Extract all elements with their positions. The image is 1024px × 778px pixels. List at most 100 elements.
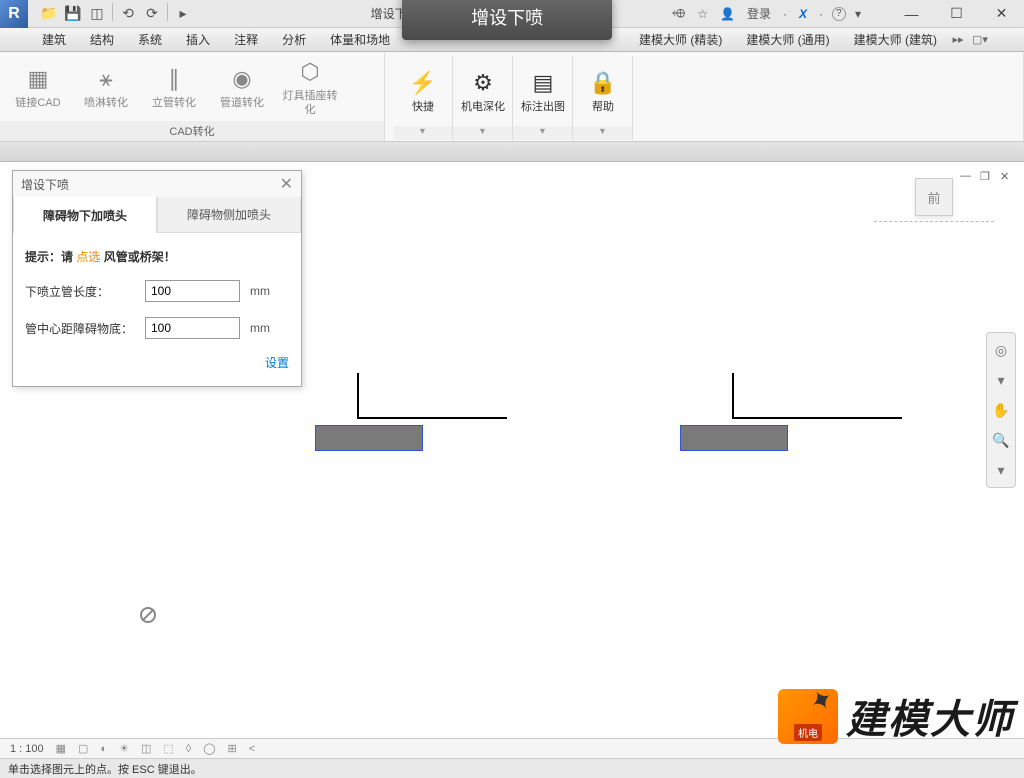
lock-icon: 🔒: [587, 67, 619, 99]
tab-under-obstacle[interactable]: 障碍物下加喷头: [13, 197, 157, 233]
separator: ·: [816, 7, 826, 21]
vc-icon[interactable]: ◯: [203, 742, 215, 755]
maximize-button[interactable]: ☐: [934, 0, 979, 28]
qat-redo-icon[interactable]: ⟳: [141, 3, 163, 25]
ribbon-expand-icon[interactable]: ▸▸: [949, 31, 967, 49]
ribbon-min-icon[interactable]: ▢▾: [971, 31, 989, 49]
riser-length-label: 下喷立管长度：: [25, 283, 135, 300]
annotate-export-button[interactable]: ▤ 标注出图: [513, 56, 573, 126]
pipe-vertical[interactable]: [732, 373, 734, 418]
riser-icon: ∥: [158, 63, 190, 95]
duct-element[interactable]: [315, 425, 423, 451]
pan-icon[interactable]: ✋: [990, 399, 1012, 421]
separator: ·: [780, 7, 790, 21]
pipe-vertical[interactable]: [357, 373, 359, 418]
cube-front-face[interactable]: 前: [915, 178, 953, 216]
user-icon[interactable]: 👤: [717, 7, 738, 21]
help-button[interactable]: 🔒 帮助: [573, 56, 633, 126]
vc-icon[interactable]: ▦: [56, 742, 66, 755]
vc-icon[interactable]: ▢: [78, 742, 88, 755]
dropdown-icon[interactable]: ▼: [393, 126, 452, 140]
help-dropdown-icon[interactable]: ▾: [852, 7, 864, 21]
tab-modelmaster-fine[interactable]: 建模大师 (精装): [627, 28, 734, 51]
star-icon[interactable]: ☆: [694, 7, 711, 21]
add-sprinkler-dialog: 增设下喷 ✕ 障碍物下加喷头 障碍物侧加喷头 提示：请 点选 风管或桥架！ 下喷…: [12, 170, 302, 387]
minimize-button[interactable]: —: [889, 0, 934, 28]
exchange-icon[interactable]: X: [796, 7, 810, 21]
label: 喷淋转化: [84, 97, 128, 110]
qat-open-icon[interactable]: 📁: [38, 3, 60, 25]
dropdown-icon[interactable]: ▼: [453, 126, 512, 140]
hint-highlight: 点选: [76, 250, 100, 264]
qat-sync-icon[interactable]: ◫: [86, 3, 108, 25]
dropdown-icon[interactable]: ▼: [513, 126, 572, 140]
tab-modelmaster-arch[interactable]: 建模大师 (建筑): [842, 28, 949, 51]
link-cad-icon: ▦: [22, 63, 54, 95]
tab-systems[interactable]: 系统: [126, 28, 174, 51]
sprinkler-convert-button[interactable]: ⚹ 喷淋转化: [76, 56, 136, 117]
duct-element[interactable]: [680, 425, 788, 451]
label: 快捷: [412, 101, 434, 114]
tab-annotate[interactable]: 注释: [222, 28, 270, 51]
center-distance-label: 管中心距障碍物底：: [25, 320, 135, 337]
cube-base: [874, 216, 994, 222]
pipe-horizontal[interactable]: [357, 417, 507, 419]
dropdown-icon[interactable]: ▼: [573, 126, 632, 140]
qat-save-icon[interactable]: 💾: [62, 3, 84, 25]
tab-structure[interactable]: 结构: [78, 28, 126, 51]
unit-label: mm: [250, 321, 270, 335]
forbidden-cursor-icon: [140, 607, 156, 623]
tab-modelmaster-general[interactable]: 建模大师 (通用): [734, 28, 841, 51]
tab-side-obstacle[interactable]: 障碍物侧加喷头: [157, 197, 301, 233]
vc-icon[interactable]: ◫: [141, 742, 151, 755]
unit-label: mm: [250, 284, 270, 298]
nav-dropdown-icon[interactable]: ▾: [990, 369, 1012, 391]
settings-link[interactable]: 设置: [265, 356, 289, 370]
dialog-close-button[interactable]: ✕: [280, 174, 293, 194]
mep-deepen-button[interactable]: ⚙ 机电深化: [453, 56, 513, 126]
vc-icon[interactable]: ◐: [100, 743, 107, 755]
app-icon[interactable]: R: [0, 0, 28, 28]
vc-icon[interactable]: ☀: [119, 742, 129, 755]
close-button[interactable]: ✕: [979, 0, 1024, 28]
tab-insert[interactable]: 插入: [174, 28, 222, 51]
scale-display[interactable]: 1 : 100: [10, 743, 44, 755]
tab-massing[interactable]: 体量和场地: [318, 28, 402, 51]
tab-architecture[interactable]: 建筑: [30, 28, 78, 51]
title-right-group: ⬲ ☆ 👤 登录 · X · ? ▾: [669, 5, 869, 22]
zoom-icon[interactable]: 🔍: [990, 429, 1012, 451]
mep-icon: ⚙: [467, 67, 499, 99]
drawing-canvas[interactable]: — ❐ ✕ 增设下喷 ✕ 障碍物下加喷头 障碍物侧加喷头 提示：请 点选 风管或…: [0, 162, 1024, 738]
steering-wheel-icon[interactable]: ◎: [990, 339, 1012, 361]
dialog-title-text: 增设下喷: [21, 176, 69, 193]
vc-icon[interactable]: ◊: [186, 743, 191, 755]
label: 帮助: [592, 101, 614, 114]
qat-separator: [112, 3, 113, 21]
riser-length-input[interactable]: [145, 280, 240, 302]
watermark-text: 建模大师: [846, 687, 1014, 745]
star-h-icon[interactable]: ⬲: [669, 6, 688, 21]
window-controls: — ☐ ✕: [889, 0, 1024, 28]
navigation-bar: ◎ ▾ ✋ 🔍 ▾: [986, 332, 1016, 488]
view-cube[interactable]: 前: [864, 172, 1004, 222]
dialog-titlebar[interactable]: 增设下喷 ✕: [13, 171, 301, 197]
nav-dropdown-icon[interactable]: ▾: [990, 459, 1012, 481]
center-distance-input[interactable]: [145, 317, 240, 339]
help-icon[interactable]: ?: [832, 7, 846, 21]
fixture-convert-button[interactable]: ⬡ 灯具插座转化: [280, 56, 340, 117]
quick-button[interactable]: ⚡ 快捷: [393, 56, 453, 126]
panel-label: CAD转化: [0, 121, 384, 141]
pipe-horizontal[interactable]: [732, 417, 902, 419]
ribbon: ▦ 链接CAD ⚹ 喷淋转化 ∥ 立管转化 ◉ 管道转化 ⬡ 灯具插座转化 CA…: [0, 52, 1024, 142]
vc-icon[interactable]: ⬚: [163, 742, 173, 755]
qat-play-icon[interactable]: ▸: [172, 3, 194, 25]
pipe-convert-button[interactable]: ◉ 管道转化: [212, 56, 272, 117]
tab-analyze[interactable]: 分析: [270, 28, 318, 51]
login-link[interactable]: 登录: [744, 5, 774, 22]
link-cad-button[interactable]: ▦ 链接CAD: [8, 56, 68, 117]
vc-icon[interactable]: ⊞: [228, 742, 237, 755]
quick-icon: ⚡: [407, 67, 439, 99]
qat-undo-icon[interactable]: ⟲: [117, 3, 139, 25]
vc-icon[interactable]: <: [249, 743, 255, 755]
riser-convert-button[interactable]: ∥ 立管转化: [144, 56, 204, 117]
